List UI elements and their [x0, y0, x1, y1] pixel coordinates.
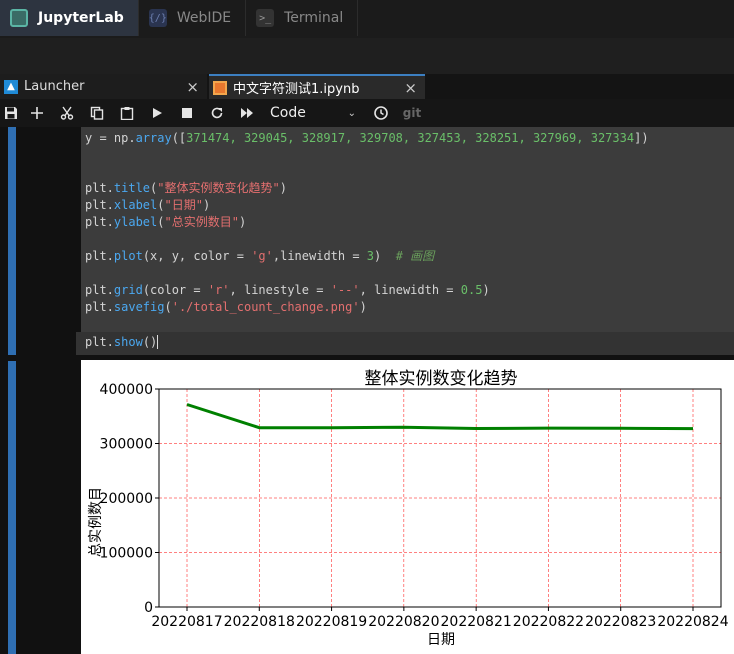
code-line: plt.savefig('./total_count_change.png'): [85, 300, 367, 314]
app-tab-label: Terminal: [284, 10, 344, 26]
cell-collapser[interactable]: [8, 127, 16, 355]
app-tab-jupyterlab[interactable]: JupyterLab: [0, 0, 139, 36]
save-icon[interactable]: [0, 99, 22, 127]
webide-logo-icon: {/}: [149, 9, 167, 27]
stop-icon[interactable]: [172, 99, 202, 127]
y-tick-label: 100000: [100, 546, 153, 562]
notebook-icon: [213, 80, 227, 95]
current-line-highlight: [76, 332, 734, 355]
cell-type-dropdown[interactable]: Code ⌄: [270, 103, 356, 123]
x-axis-label: 日期: [427, 632, 455, 648]
code-line: plt.ylabel("总实例数目"): [85, 215, 247, 229]
x-tick-label: 20220819: [296, 614, 367, 630]
paste-icon[interactable]: [112, 99, 142, 127]
close-icon[interactable]: ×: [404, 79, 417, 97]
app-tab-label: JupyterLab: [38, 10, 124, 26]
output-collapser[interactable]: [8, 361, 16, 654]
y-tick-label: 200000: [100, 491, 153, 507]
tab-label: 中文字符测试1.ipynb: [233, 82, 360, 97]
x-tick-label: 20220821: [441, 614, 512, 630]
x-tick-label: 20220823: [585, 614, 656, 630]
app-tab-label: WebIDE: [176, 10, 232, 26]
terminal-icon: >_: [256, 9, 275, 27]
cell-output: 整体实例数变化趋势 0 100000 200000 300000 400000 2022…: [81, 360, 734, 654]
app-tab-webide[interactable]: {/} WebIDE: [139, 0, 247, 36]
code-cell-editor[interactable]: y = np.array([371474, 329045, 328917, 32…: [81, 127, 734, 355]
code-line: plt.grid(color = 'r', linestyle = '--', …: [85, 283, 490, 297]
run-icon[interactable]: [142, 99, 172, 127]
code-line: plt.plot(x, y, color = 'g',linewidth = 3…: [85, 249, 435, 263]
code-line: plt.title("整体实例数变化趋势"): [85, 181, 287, 195]
restart-icon[interactable]: [202, 99, 232, 127]
close-icon[interactable]: ×: [186, 78, 199, 96]
y-tick-label: 300000: [100, 437, 153, 453]
code-line[interactable]: plt.show(): [85, 334, 159, 350]
x-tick-label: 20220817: [151, 614, 222, 630]
menu-band: [0, 38, 734, 74]
x-tick-label: 20220818: [224, 614, 295, 630]
x-axis-ticks: 20220817 20220818 20220819 20220820 20220821…: [151, 607, 729, 630]
x-tick-label: 20220820: [368, 614, 439, 630]
chevron-down-icon: ⌄: [347, 107, 356, 119]
clock-icon[interactable]: [366, 99, 396, 127]
app-tab-terminal[interactable]: >_ Terminal: [246, 0, 359, 36]
x-tick-label: 20220824: [657, 614, 728, 630]
add-icon[interactable]: [22, 99, 52, 127]
code-line: y = np.array([371474, 329045, 328917, 32…: [85, 131, 649, 145]
jupyterlab-logo-icon: [10, 9, 28, 27]
fast-forward-icon[interactable]: [232, 99, 262, 127]
notebook-toolbar: Code ⌄ git: [0, 99, 734, 127]
document-tab-bar: ▲ Launcher × 中文字符测试1.ipynb ×: [0, 74, 734, 99]
series-line: [186, 403, 694, 431]
y-axis-label: 总实例数目: [88, 487, 104, 557]
code-line: plt.xlabel("日期"): [85, 198, 211, 212]
git-button[interactable]: git: [396, 99, 428, 127]
tab-launcher[interactable]: ▲ Launcher ×: [0, 74, 207, 99]
notebook-panel: y = np.array([371474, 329045, 328917, 32…: [0, 127, 734, 654]
line-chart: 整体实例数变化趋势 0100000200000300000400000 2022…: [88, 369, 729, 648]
y-axis-ticks: 0100000200000300000400000: [100, 382, 159, 616]
app-switcher-bar: JupyterLab {/} WebIDE >_ Terminal: [0, 0, 734, 38]
x-tick-label: 20220822: [513, 614, 584, 630]
copy-icon[interactable]: [82, 99, 112, 127]
tab-label: Launcher: [24, 79, 85, 94]
cell-type-value: Code: [270, 105, 306, 121]
cut-icon[interactable]: [52, 99, 82, 127]
launcher-icon: ▲: [4, 79, 18, 94]
y-tick-label: 400000: [100, 382, 153, 398]
chart-title: 整体实例数变化趋势: [365, 369, 518, 389]
tab-notebook[interactable]: 中文字符测试1.ipynb ×: [209, 74, 425, 99]
